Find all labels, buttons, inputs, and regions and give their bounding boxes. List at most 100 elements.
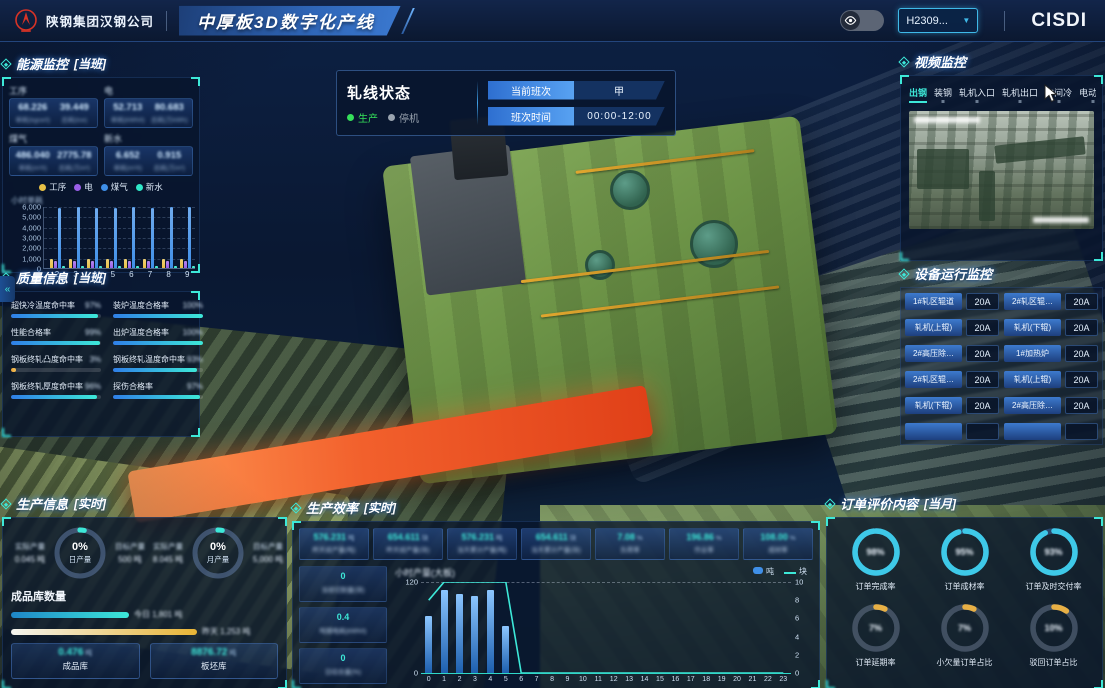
production-gauge: 实际产量8.045 吨0%月产量目标产量5,000 吨 [149, 526, 287, 580]
order-kpi: 98%订单完成率 [833, 526, 918, 592]
quality-metric-row: 钢板终轧凸度命中率3% [11, 354, 101, 365]
line-status-panel: 轧线状态 生产停机 当前班次甲班次时间00:00-12:00 [336, 70, 676, 136]
legend-bars: 吨 [753, 566, 774, 577]
quality-panel-subtitle: [当班] [74, 269, 106, 286]
corner-decoration [1094, 252, 1103, 261]
stock-bar-label: 今日 1,801 吨 [134, 609, 182, 620]
equipment-name: 2#轧区辊… [905, 371, 962, 388]
y-tick-label: 2,000 [22, 244, 41, 253]
gauge-center: 0%月产量 [191, 526, 245, 580]
hour-line-series [421, 582, 791, 673]
view-visibility-toggle[interactable] [840, 10, 884, 31]
quality-metric: 钢板终轧厚度命中率96% [11, 381, 101, 399]
energy-metric-unit: 总耗(tce) [56, 114, 94, 124]
progress-fill [11, 341, 100, 345]
gauge-actual: 实际产量8.045 吨 [149, 541, 187, 565]
energy-monitor-panel: 能源监控 [当班] 工序68.226单耗(kgce/t)39.449总耗(tce… [2, 54, 200, 273]
bar [69, 259, 72, 268]
order-donut-percent: 7% [939, 602, 991, 654]
stat-label: 昨天班产量(吨) [300, 544, 368, 554]
video-tab-3[interactable]: 轧机出口 [1002, 86, 1038, 103]
energy-group-label: 电 [104, 84, 193, 97]
shift-badge: 班次时间00:00-12:00 [488, 107, 665, 126]
side-box-label: 吨钢电耗(kWh/t) [300, 625, 386, 635]
stock-bar [11, 612, 129, 618]
status-legend-item: 生产 [347, 110, 378, 125]
y-tick-label: 6,000 [22, 203, 41, 212]
video-tab-4[interactable]: 中间冷 [1045, 86, 1072, 103]
x-tick-label: 19 [718, 676, 726, 683]
energy-group-card: 68.226单耗(kgce/t)39.449总耗(tce) [9, 98, 98, 128]
equipment-name [905, 423, 962, 440]
bar-group [143, 208, 158, 268]
bar [128, 261, 131, 268]
progress-fill [113, 395, 200, 399]
shift-badge: 当前班次甲 [488, 81, 665, 100]
equipment-current-value: 20A [966, 371, 999, 388]
line-status-separator [477, 81, 478, 125]
corner-decoration [191, 77, 200, 86]
x-tick-label: 23 [779, 676, 787, 683]
video-overlay-text [1033, 217, 1089, 223]
stock-bar [11, 629, 197, 635]
order-donut-percent: 93% [1028, 526, 1080, 578]
energy-metric-value: 80.683 [151, 102, 189, 113]
gauge-actual: 实际产量0.045 吨 [11, 541, 49, 565]
cisdi-brand-logo: CISDI [1031, 10, 1087, 32]
x-tick-label: 11 [595, 676, 602, 683]
stat-label: 当天累计产量(吨) [448, 544, 516, 554]
legend-line: 块 [784, 566, 807, 577]
equipment-panel-title: 设备运行监控 [914, 264, 992, 283]
gauge-name: 日产量 [69, 554, 92, 565]
panel-collapse-handle[interactable]: « [0, 276, 15, 302]
gauge-target: 目标产量5,000 吨 [249, 541, 287, 565]
equipment-current-value [966, 423, 999, 440]
stat-label: 负荷率 [596, 544, 664, 554]
quality-metric-label: 超快冷温度命中率 [11, 300, 75, 311]
quality-metric-value: 100% [183, 301, 203, 310]
bar [110, 261, 113, 268]
quality-metric-value: 93% [187, 355, 203, 364]
side-box-value: 0.4 [300, 612, 386, 622]
gauge-target-label: 目标产量 [111, 541, 149, 552]
energy-group: 工序68.226单耗(kgce/t)39.449总耗(tce) [9, 84, 98, 128]
video-tab-0[interactable]: 出钢 [909, 86, 927, 103]
corner-decoration [1094, 75, 1103, 84]
video-tab-5[interactable]: 电动辊 [1079, 86, 1096, 103]
production-info-panel: 生产信息 [实时] 实际产量0.045 吨0%日产量目标产量500 吨实际产量8… [2, 494, 287, 688]
production-panel-subtitle: [实时] [74, 495, 106, 512]
stat-label: 当天累计产量(块) [522, 544, 590, 554]
video-tab-2[interactable]: 轧机入口 [959, 86, 995, 103]
bar [50, 259, 53, 268]
x-tick-label: 2 [458, 676, 462, 683]
progress-track [113, 314, 203, 318]
equipment-current-value: 20A [966, 293, 999, 310]
bar [58, 208, 61, 268]
bar [95, 208, 98, 269]
progress-track [113, 368, 203, 372]
cctv-video-frame[interactable] [909, 111, 1094, 229]
bar-group [106, 208, 121, 268]
progress-fill [113, 368, 197, 372]
gauge-donut: 0%月产量 [191, 526, 245, 580]
energy-legend-item: 煤气 [101, 181, 128, 193]
bar-legend-swatch [753, 567, 763, 574]
heat-number-dropdown[interactable]: H2309... ▼ [898, 8, 978, 33]
energy-metric: 52.713单耗(kWh/t) [109, 102, 147, 124]
stat-unit: 吨 [348, 535, 355, 542]
energy-group: 新水6.652单耗(m³/t)0.915总耗(万m³) [104, 132, 193, 176]
corner-decoration [811, 680, 820, 688]
x-tick-label: 5 [504, 676, 508, 683]
header-controls: H2309... ▼ CISDI [840, 8, 1105, 33]
hourly-output-chart: 小时产量(大板) 吨 块 120010864200123456789101112… [395, 566, 813, 688]
bar [54, 261, 57, 268]
video-tab-1[interactable]: 装钢 [934, 86, 952, 103]
status-dot [388, 114, 395, 121]
energy-metric: 486.040单耗(m³/t) [14, 150, 52, 172]
gauge-target: 目标产量500 吨 [111, 541, 149, 565]
badge-key: 当前班次 [488, 81, 574, 100]
orders-panel-subtitle: [当月] [924, 495, 956, 512]
video-machine-shape [917, 149, 969, 189]
legend-dot [136, 184, 143, 191]
x-tick-label: 4 [488, 676, 492, 683]
